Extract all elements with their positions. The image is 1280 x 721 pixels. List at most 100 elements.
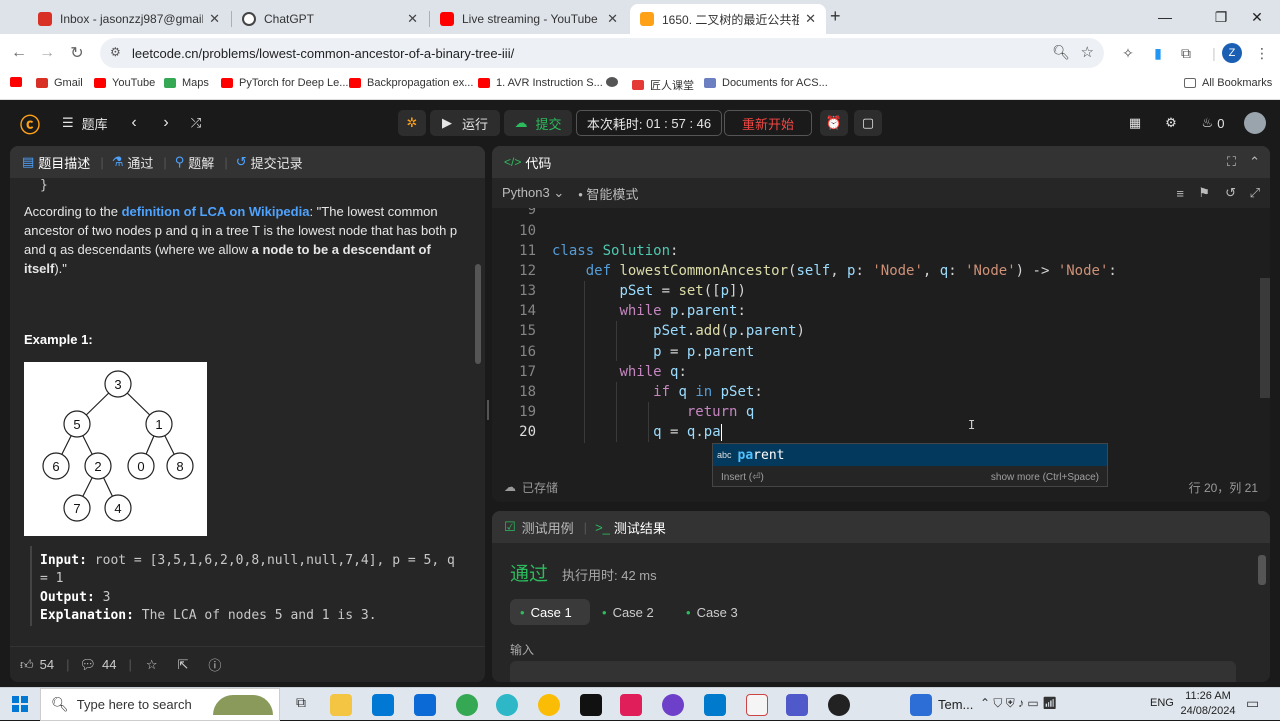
smart-mode-toggle[interactable]: • 智能模式 <box>578 184 638 203</box>
collapse-icon[interactable]: ⌃ <box>1249 154 1260 170</box>
scrollbar[interactable] <box>475 264 481 364</box>
mail-icon[interactable] <box>414 694 436 716</box>
obs-icon[interactable] <box>828 694 850 716</box>
language-indicator[interactable]: ENG <box>1150 697 1174 709</box>
thumbs-up-icon[interactable]: 👍︎ <box>20 657 34 673</box>
bookmark-youtube[interactable]: YouTube <box>94 77 155 89</box>
editor-scrollbar[interactable] <box>1260 278 1270 398</box>
zoom-icon[interactable]: 🔍︎ <box>1052 44 1070 61</box>
tab-chatgpt[interactable]: ChatGPT ✕ <box>232 4 428 34</box>
github-icon[interactable] <box>662 694 684 716</box>
taskbar-search[interactable]: 🔍︎ Type here to search <box>40 688 280 721</box>
taskbar-app-label[interactable]: Tem... <box>938 697 973 712</box>
menu-icon[interactable]: ⋮ <box>1252 43 1272 63</box>
help-icon[interactable]: ⓘ <box>208 655 221 674</box>
terminal-app-icon[interactable] <box>580 694 602 716</box>
url-field[interactable]: ⚙ leetcode.cn/problems/lowest-common-anc… <box>100 38 1104 68</box>
layout-icon[interactable]: ▦ <box>1124 110 1146 136</box>
tab-youtube-studio[interactable]: Live streaming - YouTube Studio ✕ <box>430 4 628 34</box>
shuffle-icon[interactable]: ⤮ <box>186 110 206 136</box>
bookmark-gmail[interactable]: Gmail <box>36 77 83 89</box>
app-window-icon[interactable] <box>910 694 932 716</box>
extensions-puzzle-icon[interactable]: ⧉ <box>1176 43 1196 63</box>
bookmark-acs[interactable]: Documents for ACS... <box>704 77 828 89</box>
task-view-icon[interactable]: ⧉ <box>290 694 312 716</box>
bookmark-backprop[interactable]: Backpropagation ex... <box>349 77 473 89</box>
reset-icon[interactable]: ↺ <box>1225 185 1236 201</box>
tab-submissions[interactable]: 提交记录 <box>251 153 303 172</box>
avatar[interactable] <box>1244 112 1266 134</box>
tab-test-result[interactable]: 测试结果 <box>614 518 666 537</box>
share-icon[interactable]: ⇱ <box>177 657 188 673</box>
back-icon[interactable]: ← <box>8 42 30 64</box>
submit-button[interactable]: ☁ 提交 <box>504 110 572 136</box>
language-select[interactable]: Python3 ⌄ <box>502 185 564 201</box>
slack-icon[interactable] <box>620 694 642 716</box>
bookmark-jiangren[interactable]: 匠人课堂 <box>632 77 694 93</box>
debug-icon[interactable]: ✲ <box>398 110 426 136</box>
format-icon[interactable]: ≡ <box>1176 186 1184 201</box>
tab-solutions[interactable]: 题解 <box>188 153 214 172</box>
vscode-icon[interactable] <box>704 694 726 716</box>
bookmark-maps[interactable]: Maps <box>164 77 209 89</box>
autocomplete-item[interactable]: abc pa rent <box>713 444 1107 466</box>
streak-counter[interactable]: ♨ 0 <box>1198 110 1228 136</box>
resize-handle[interactable] <box>487 400 489 420</box>
show-more-hint[interactable]: show more (Ctrl+Space) <box>991 472 1099 483</box>
close-tab-icon[interactable]: ✕ <box>407 11 418 27</box>
app-icon[interactable] <box>746 694 768 716</box>
gear-icon[interactable]: ⚙ <box>1160 110 1182 136</box>
problem-bank-link[interactable]: ☰ 题库 <box>62 110 108 136</box>
chrome-alt-icon[interactable] <box>538 694 560 716</box>
windows-start-icon[interactable] <box>12 696 28 712</box>
results-scrollbar[interactable] <box>1258 555 1266 585</box>
next-problem-icon[interactable]: › <box>158 110 174 136</box>
extension-blue-icon[interactable]: ▮ <box>1148 43 1168 63</box>
close-tab-icon[interactable]: ✕ <box>805 11 816 27</box>
expand-icon[interactable]: ⤢ <box>1250 185 1260 201</box>
reload-icon[interactable]: ↻ <box>66 42 88 64</box>
tab-testcase[interactable]: 测试用例 <box>522 518 574 537</box>
comment-icon[interactable]: 💬︎ <box>79 657 96 673</box>
profile-avatar[interactable]: Z <box>1222 43 1242 63</box>
run-button[interactable]: ▶ 运行 <box>430 110 500 136</box>
alarm-icon[interactable]: ⏰ <box>820 110 848 136</box>
note-icon[interactable]: ▢ <box>854 110 882 136</box>
lca-wikipedia-link[interactable]: definition of LCA on Wikipedia <box>122 204 310 219</box>
bookmark-item[interactable] <box>10 77 28 87</box>
bookmark-star-icon[interactable]: ☆ <box>1081 43 1094 61</box>
bookmark-avr[interactable]: 1. AVR Instruction S... <box>478 77 603 89</box>
close-window-icon[interactable]: ✕ <box>1234 0 1280 34</box>
tab-accepted[interactable]: 通过 <box>127 153 153 172</box>
tab-leetcode[interactable]: 1650. 二叉树的最近公共祖先 III ✕ <box>630 4 826 34</box>
forward-icon[interactable]: → <box>36 42 58 64</box>
case-tab-2[interactable]: • Case 2 <box>602 599 672 625</box>
bookmark-globe[interactable] <box>606 77 624 87</box>
new-tab-button[interactable]: + <box>830 6 841 27</box>
tab-gmail[interactable]: Inbox - jasonzzj987@gmail.com ✕ <box>28 4 230 34</box>
close-tab-icon[interactable]: ✕ <box>209 11 220 27</box>
leetcode-logo-icon[interactable]: ⓒ <box>18 110 42 137</box>
restart-button[interactable]: 重新开始 <box>724 110 812 136</box>
store-icon[interactable] <box>372 694 394 716</box>
tray-icons[interactable]: ⌃ ⛉ ⛨ ♪ ▭ 📶︎ <box>980 696 1057 711</box>
star-icon[interactable]: ☆ <box>146 657 158 673</box>
prev-problem-icon[interactable]: ‹ <box>126 110 142 136</box>
all-bookmarks[interactable]: All Bookmarks <box>1184 77 1272 89</box>
tab-description[interactable]: 题目描述 <box>38 153 90 172</box>
chrome-icon[interactable] <box>456 694 478 716</box>
case-tab-3[interactable]: • Case 3 <box>686 599 756 625</box>
clock[interactable]: 11:26 AM 24/08/2024 <box>1178 689 1238 719</box>
minimize-icon[interactable]: — <box>1142 0 1188 34</box>
edge-icon[interactable] <box>496 694 518 716</box>
close-tab-icon[interactable]: ✕ <box>607 11 618 27</box>
bookmark-icon[interactable]: ⚑ <box>1198 185 1210 201</box>
site-info-icon[interactable]: ⚙ <box>110 45 121 59</box>
fullscreen-icon[interactable]: ⛶ <box>1227 154 1236 170</box>
notification-icon[interactable]: ▭ <box>1246 695 1259 712</box>
case-tab-1[interactable]: • Case 1 <box>510 599 590 625</box>
file-explorer-icon[interactable] <box>330 694 352 716</box>
extension-icon[interactable]: ✧ <box>1118 43 1138 63</box>
bookmark-pytorch[interactable]: PyTorch for Deep Le... <box>221 77 348 89</box>
code-editor[interactable]: 9 10 11 12 13 14 15 16 17 18 19 20 """ c… <box>492 208 1270 470</box>
